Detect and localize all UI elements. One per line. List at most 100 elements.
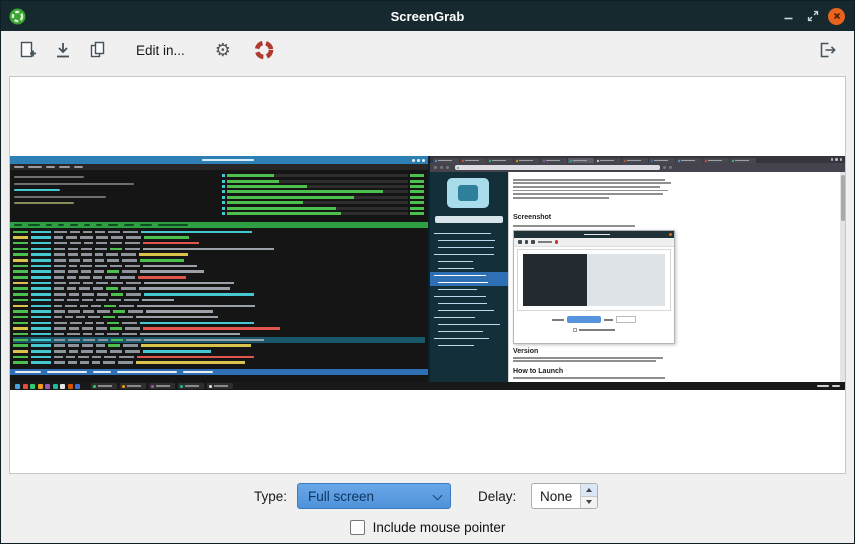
command-deco: [137, 305, 255, 308]
user-deco: [31, 299, 51, 302]
browser-tab: [568, 158, 594, 163]
screengrab-logo-icon: [253, 39, 275, 61]
capture-type-select[interactable]: Full screen: [297, 483, 451, 509]
col-deco: [54, 356, 63, 359]
save-button[interactable]: [48, 35, 78, 65]
browser-tab: [460, 158, 486, 163]
col-deco: [83, 339, 95, 342]
user-deco: [31, 253, 51, 256]
col-deco: [96, 350, 107, 353]
taskbar-icon: [68, 384, 73, 389]
tab-title-deco: [492, 160, 506, 162]
taskbar-window-button: [120, 383, 146, 389]
new-screenshot-button[interactable]: [13, 35, 43, 65]
close-button[interactable]: [828, 8, 845, 25]
cpu-deco: [107, 259, 119, 262]
sidebar-toc-list: [430, 230, 508, 349]
tab-title-deco: [519, 160, 533, 162]
col-deco: [54, 236, 63, 239]
taskbar-launcher-icons: [15, 384, 80, 389]
taskbar-icon: [30, 384, 35, 389]
taskbar-window-button: [91, 383, 117, 389]
spinner-down-button[interactable]: [581, 497, 597, 509]
include-pointer-label[interactable]: Include mouse pointer: [373, 520, 506, 535]
include-pointer-checkbox[interactable]: [350, 520, 365, 535]
col-deco: [69, 350, 78, 353]
column-header-deco: [70, 224, 78, 227]
user-deco: [31, 344, 51, 347]
browser-tab: [595, 158, 621, 163]
pid-deco: [13, 236, 28, 239]
mini-footer-controls: [514, 313, 674, 326]
maximize-button[interactable]: [804, 8, 821, 25]
meter-label: [222, 185, 225, 188]
col-deco: [54, 344, 65, 347]
delay-spinner[interactable]: None: [531, 483, 598, 509]
pid-deco: [13, 242, 28, 245]
text-line: [513, 376, 665, 380]
meter-fill: [227, 185, 307, 188]
col-deco: [65, 305, 77, 308]
minimize-button[interactable]: [780, 8, 797, 25]
browser-navbar: [430, 163, 845, 172]
favicon: [516, 160, 518, 162]
time-deco: [128, 310, 143, 313]
column-header-deco: [28, 224, 40, 227]
favicon: [678, 160, 680, 162]
about-button[interactable]: [249, 35, 279, 65]
lubuntu-manual-logo: [447, 178, 489, 208]
spinner-up-button[interactable]: [581, 484, 597, 497]
text-line: [513, 224, 635, 228]
col-deco: [97, 293, 108, 296]
meter-value: [410, 190, 424, 193]
cpu-deco: [103, 361, 115, 364]
terminal-title-deco: [202, 159, 254, 161]
pid-deco: [13, 282, 28, 285]
link-text-deco: [434, 296, 486, 298]
mini-titlebar: [514, 231, 674, 238]
text-deco: [513, 182, 671, 184]
pid-deco: [13, 350, 28, 353]
spinner-buttons: [580, 484, 597, 508]
link-text-deco: [438, 303, 487, 305]
cpu-deco: [111, 339, 123, 342]
browser-tab: [487, 158, 513, 163]
tab-title-deco: [465, 160, 479, 162]
col-deco: [54, 327, 66, 330]
pid-deco: [13, 361, 28, 364]
time-deco: [126, 293, 141, 296]
column-header-deco: [96, 224, 102, 227]
menu-item-deco: [74, 166, 83, 168]
favicon: [651, 160, 653, 162]
status-deco: [47, 371, 87, 374]
cpu-deco: [110, 327, 122, 330]
taskbar-window-icon: [122, 385, 125, 388]
col-deco: [54, 322, 67, 325]
cpu-deco: [104, 356, 116, 359]
col-deco: [54, 293, 66, 296]
new-screenshot-icon: [18, 40, 38, 60]
manual-sidebar: [430, 172, 508, 382]
titlebar[interactable]: ScreenGrab: [1, 1, 854, 31]
settings-button[interactable]: ⚙: [208, 35, 238, 65]
delay-label: Delay:: [478, 489, 516, 504]
edit-in-button[interactable]: Edit in...: [126, 35, 195, 65]
cpu-deco: [110, 242, 122, 245]
col-deco: [85, 322, 93, 325]
cpu-deco: [111, 236, 123, 239]
user-deco: [31, 333, 51, 336]
time-deco: [121, 287, 136, 290]
pid-deco: [13, 344, 28, 347]
link-text-deco: [438, 247, 494, 249]
command-deco: [140, 270, 204, 273]
meter-value: [410, 185, 424, 188]
menu-item-deco: [46, 166, 55, 168]
meter-value: [410, 207, 424, 210]
col-deco: [54, 242, 67, 245]
copy-button[interactable]: [83, 35, 113, 65]
link-text-deco: [438, 324, 500, 326]
user-deco: [31, 327, 51, 330]
quit-button[interactable]: [812, 35, 842, 65]
meter-label: [222, 201, 225, 204]
pid-deco: [13, 253, 28, 256]
